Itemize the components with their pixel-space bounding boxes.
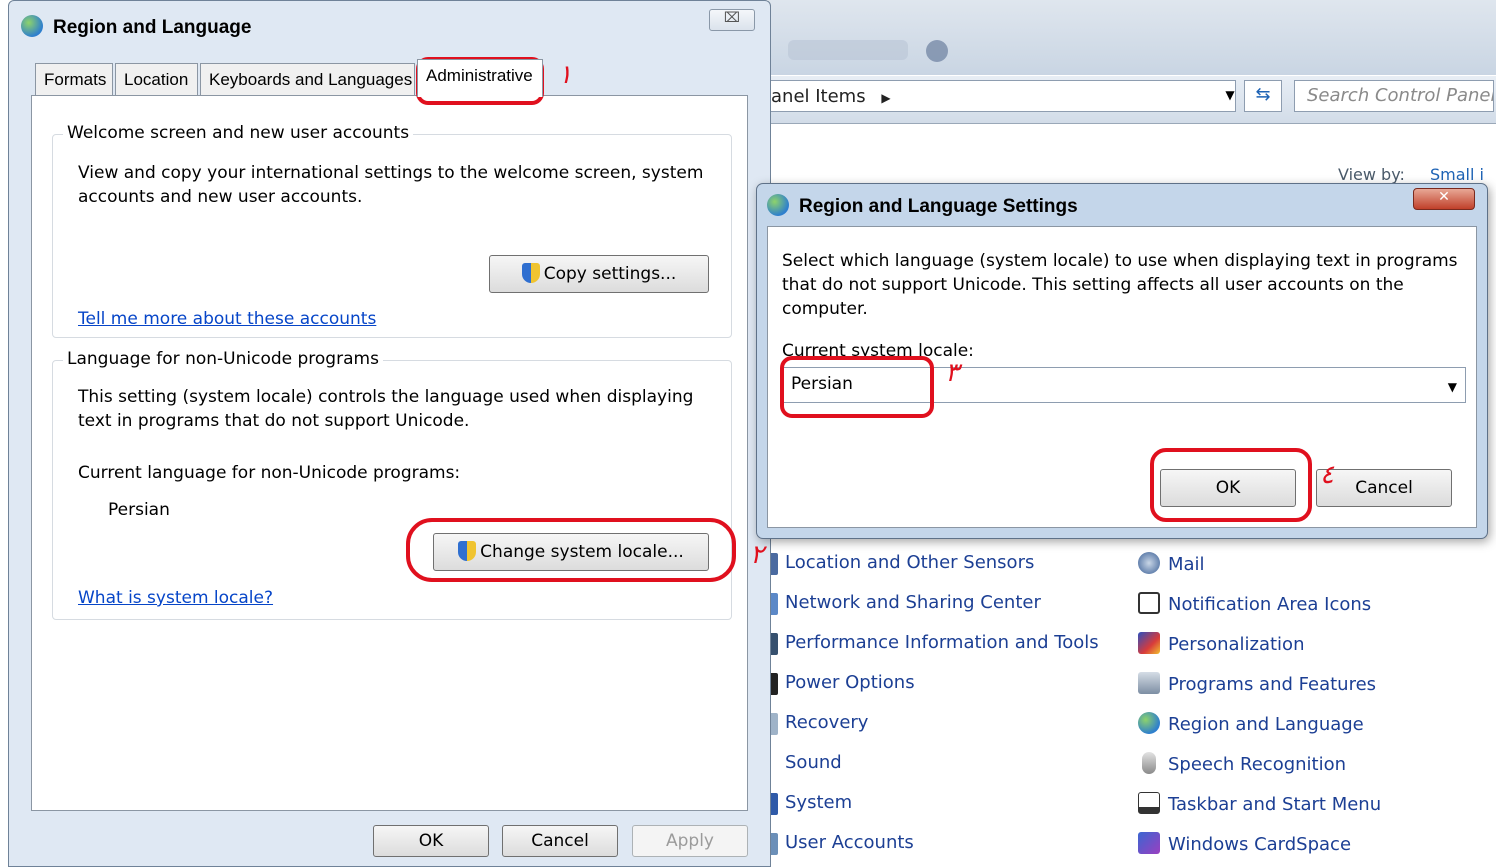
cp-item-system[interactable]: System	[785, 792, 852, 813]
microphone-icon	[1142, 752, 1156, 774]
cardspace-icon	[1138, 832, 1160, 854]
copy-settings-button[interactable]: Copy settings...	[489, 255, 709, 293]
cancel-button[interactable]: Cancel	[502, 825, 618, 857]
cp-item-label: Region and Language	[1168, 714, 1364, 735]
address-text: anel Items	[771, 86, 866, 107]
cp-item-label: Taskbar and Start Menu	[1168, 794, 1382, 815]
address-bar[interactable]: anel Items ▶	[768, 80, 1236, 112]
annotation-step-2: ٢	[750, 540, 764, 570]
taskbar-icon	[1138, 792, 1160, 814]
highlight-persian-locale	[780, 356, 934, 418]
view-by-label: View by:	[1338, 165, 1405, 184]
ok-button[interactable]: OK	[373, 825, 489, 857]
dialog-description-line1: Select which language (system locale) to…	[782, 251, 1458, 271]
cp-item-taskbar-start[interactable]: Taskbar and Start Menu	[1138, 792, 1381, 815]
annotation-step-1: ١	[558, 60, 572, 90]
globe-icon	[1138, 712, 1160, 734]
administrative-panel: Welcome screen and new user accounts Vie…	[31, 95, 748, 811]
nonunicode-description-line1: This setting (system locale) controls th…	[78, 387, 694, 407]
tab-location[interactable]: Location	[115, 63, 198, 95]
cp-item-label: Personalization	[1168, 634, 1305, 655]
cp-item-label: Speech Recognition	[1168, 754, 1347, 775]
cp-item-notification-icons[interactable]: Notification Area Icons	[1138, 592, 1371, 615]
cp-item-sound[interactable]: Sound	[785, 752, 842, 773]
control-panel-titlebar	[768, 0, 1496, 75]
current-language-value: Persian	[108, 500, 170, 520]
address-dropdown-icon[interactable]: ▼	[1219, 80, 1241, 112]
welcome-group-legend: Welcome screen and new user accounts	[63, 123, 414, 143]
cp-item-personalization[interactable]: Personalization	[1138, 632, 1304, 655]
window-title-text: Region and Language	[53, 17, 252, 38]
highlight-ok-button	[1150, 448, 1312, 522]
cp-item-region-language[interactable]: Region and Language	[1138, 712, 1364, 735]
cp-item-user-accounts[interactable]: User Accounts	[785, 832, 914, 853]
system-locale-info-link[interactable]: What is system locale?	[78, 586, 273, 610]
view-by-dropdown[interactable]: Small i	[1430, 165, 1484, 184]
chevron-down-icon: ▼	[1447, 380, 1457, 394]
cp-item-label: Windows CardSpace	[1168, 834, 1352, 855]
annotation-step-4: ٤	[1320, 460, 1334, 490]
globe-icon	[767, 194, 789, 216]
cp-item-network-sharing[interactable]: Network and Sharing Center	[785, 592, 1041, 613]
dialog-description-line3: computer.	[782, 299, 868, 319]
accounts-info-link[interactable]: Tell me more about these accounts	[78, 307, 376, 331]
cp-item-location-sensors[interactable]: Location and Other Sensors	[785, 552, 1034, 573]
cp-item-label: Programs and Features	[1168, 674, 1377, 695]
welcome-description-line1: View and copy your international setting…	[78, 163, 704, 183]
blurred-title	[788, 40, 908, 60]
cp-item-performance[interactable]: Performance Information and Tools	[785, 632, 1099, 653]
dialog-close-button[interactable]: ✕	[1413, 188, 1475, 210]
dialog-title: Region and Language Settings	[767, 194, 1078, 218]
mail-icon	[1138, 552, 1160, 574]
cp-item-windows-cardspace[interactable]: Windows CardSpace	[1138, 832, 1351, 855]
copy-settings-label: Copy settings...	[543, 264, 677, 284]
welcome-description-line2: accounts and new user accounts.	[78, 187, 363, 207]
current-language-label: Current language for non-Unicode program…	[78, 463, 461, 483]
cp-item-power-options[interactable]: Power Options	[785, 672, 915, 693]
tab-formats[interactable]: Formats	[35, 63, 113, 95]
apply-button[interactable]: Apply	[632, 825, 748, 857]
cp-item-label: Mail	[1168, 554, 1205, 575]
cp-item-mail[interactable]: Mail	[1138, 552, 1205, 575]
cp-item-speech-recognition[interactable]: Speech Recognition	[1138, 752, 1346, 775]
dialog-cancel-button[interactable]: Cancel	[1316, 469, 1452, 507]
cp-item-programs-features[interactable]: Programs and Features	[1138, 672, 1376, 695]
nonunicode-group-legend: Language for non-Unicode programs	[63, 349, 383, 369]
close-button[interactable]: ⌧	[709, 9, 755, 31]
programs-icon	[1138, 672, 1160, 694]
window-title: Region and Language	[21, 15, 251, 39]
uac-shield-icon	[521, 263, 540, 283]
dialog-description-line2: that do not support Unicode. This settin…	[782, 275, 1404, 295]
cp-item-recovery[interactable]: Recovery	[785, 712, 868, 733]
notification-icon	[1138, 592, 1160, 614]
welcome-group: Welcome screen and new user accounts Vie…	[52, 123, 732, 338]
globe-icon	[21, 15, 43, 37]
dialog-title-text: Region and Language Settings	[799, 196, 1078, 217]
refresh-icon[interactable]: ⇆	[1244, 80, 1282, 112]
blurred-icon	[926, 40, 948, 62]
region-language-window: Region and Language ⌧ Formats Location K…	[8, 0, 771, 867]
tab-keyboards-languages[interactable]: Keyboards and Languages	[200, 63, 415, 95]
breadcrumb-arrow-icon[interactable]: ▶	[881, 91, 890, 105]
annotation-step-3: ٣	[945, 358, 959, 388]
cp-item-label: Notification Area Icons	[1168, 594, 1372, 615]
personalization-icon	[1138, 632, 1160, 654]
tab-administrative[interactable]: Administrative	[417, 59, 543, 97]
highlight-change-locale-button	[406, 518, 736, 582]
nonunicode-description-line2: text in programs that do not support Uni…	[78, 411, 470, 431]
search-input[interactable]: Search Control Panel	[1294, 80, 1494, 112]
